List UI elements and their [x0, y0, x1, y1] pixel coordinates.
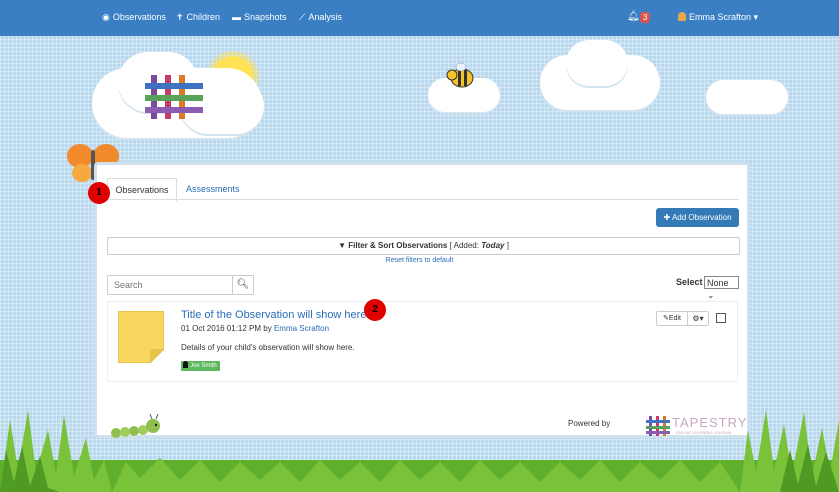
tab-divider — [107, 199, 739, 200]
reset-filters-link[interactable]: Reset filters to default — [0, 257, 839, 264]
filter-added-suffix: ] — [504, 241, 509, 250]
cloud-illustration — [706, 80, 788, 114]
snapshot-icon: ▬ — [232, 12, 241, 22]
user-icon — [678, 12, 686, 21]
nav-children[interactable]: ✝ Children — [176, 12, 220, 23]
observation-details: Details of your child's observation will… — [181, 343, 355, 352]
search-icon: 🔍︎ — [236, 279, 250, 290]
edit-button[interactable]: ✎Edit — [656, 311, 688, 326]
select-label: Select — [676, 277, 703, 287]
user-menu[interactable]: Emma Scrafton ▾ — [678, 12, 758, 23]
nav-observations[interactable]: ◉ Observations — [102, 12, 166, 23]
observation-meta: 01 Oct 2016 01:12 PM by Emma Scrafton — [181, 324, 329, 333]
filter-icon: ▼ — [338, 241, 346, 250]
add-observation-label: Add Observation — [671, 213, 732, 222]
child-tag-name: Joe Smith — [190, 363, 217, 369]
bell-icon[interactable]: 🔔︎ — [627, 11, 640, 22]
nav-observations-label: Observations — [112, 12, 166, 22]
user-name: Emma Scrafton — [689, 12, 752, 22]
top-navbar: ◉ Observations ✝ Children ▬ Snapshots ⟋ Anal… — [0, 0, 839, 36]
tab-assessments[interactable]: Assessments — [186, 178, 240, 200]
annotation-marker-2: 2 — [364, 299, 386, 321]
nav-analysis-label: Analysis — [308, 12, 342, 22]
caret-down-icon: ▾ — [753, 12, 759, 22]
observation-title-link[interactable]: Title of the Observation will show here — [181, 309, 366, 321]
note-thumbnail-icon — [118, 311, 164, 363]
chart-icon: ⟋ — [299, 12, 306, 22]
search-input[interactable] — [107, 275, 233, 295]
notification-badge[interactable]: 3 — [640, 12, 651, 23]
edit-label: Edit — [668, 315, 681, 322]
child-icon: ✝ — [176, 12, 184, 22]
search-button[interactable]: 🔍︎ — [232, 275, 254, 295]
filter-label: Filter & Sort Observations — [348, 241, 448, 250]
chevron-down-icon: ⌄ — [707, 290, 715, 300]
filter-sort-bar[interactable]: ▼ Filter & Sort Observations [ Added: To… — [107, 237, 740, 255]
filter-added-value: Today — [481, 241, 505, 250]
bee-illustration — [446, 62, 474, 88]
gear-icon: ⚙ — [692, 314, 700, 323]
options-dropdown-button[interactable]: ⚙▾ — [687, 311, 709, 326]
nav-analysis[interactable]: ⟋ Analysis — [299, 12, 342, 23]
filter-added-prefix: [ Added: — [449, 241, 482, 250]
child-avatar-icon — [183, 361, 188, 368]
observation-author-link[interactable]: Emma Scrafton — [274, 324, 329, 333]
tapestry-logo-icon — [145, 75, 203, 119]
nav-snapshots-label: Snapshots — [244, 12, 287, 22]
eye-icon: ◉ — [102, 12, 110, 22]
add-observation-button[interactable]: ✚ Add Observation — [656, 208, 739, 227]
caret-down-icon: ▾ — [699, 314, 704, 323]
nav-snapshots[interactable]: ▬ Snapshots — [232, 12, 287, 22]
select-value: None — [707, 278, 729, 288]
annotation-marker-1: 1 — [88, 182, 110, 204]
plus-icon: ✚ — [663, 213, 671, 222]
nav-children-label: Children — [186, 12, 221, 22]
select-dropdown[interactable]: None ⌄ — [704, 276, 739, 300]
child-tag[interactable]: Joe Smith — [181, 361, 220, 371]
observation-date: 01 Oct 2016 01:12 PM by — [181, 324, 274, 333]
observation-select-checkbox[interactable] — [716, 313, 726, 323]
grass-illustration — [0, 410, 839, 492]
main-panel — [94, 162, 750, 438]
cloud-illustration — [566, 40, 628, 86]
